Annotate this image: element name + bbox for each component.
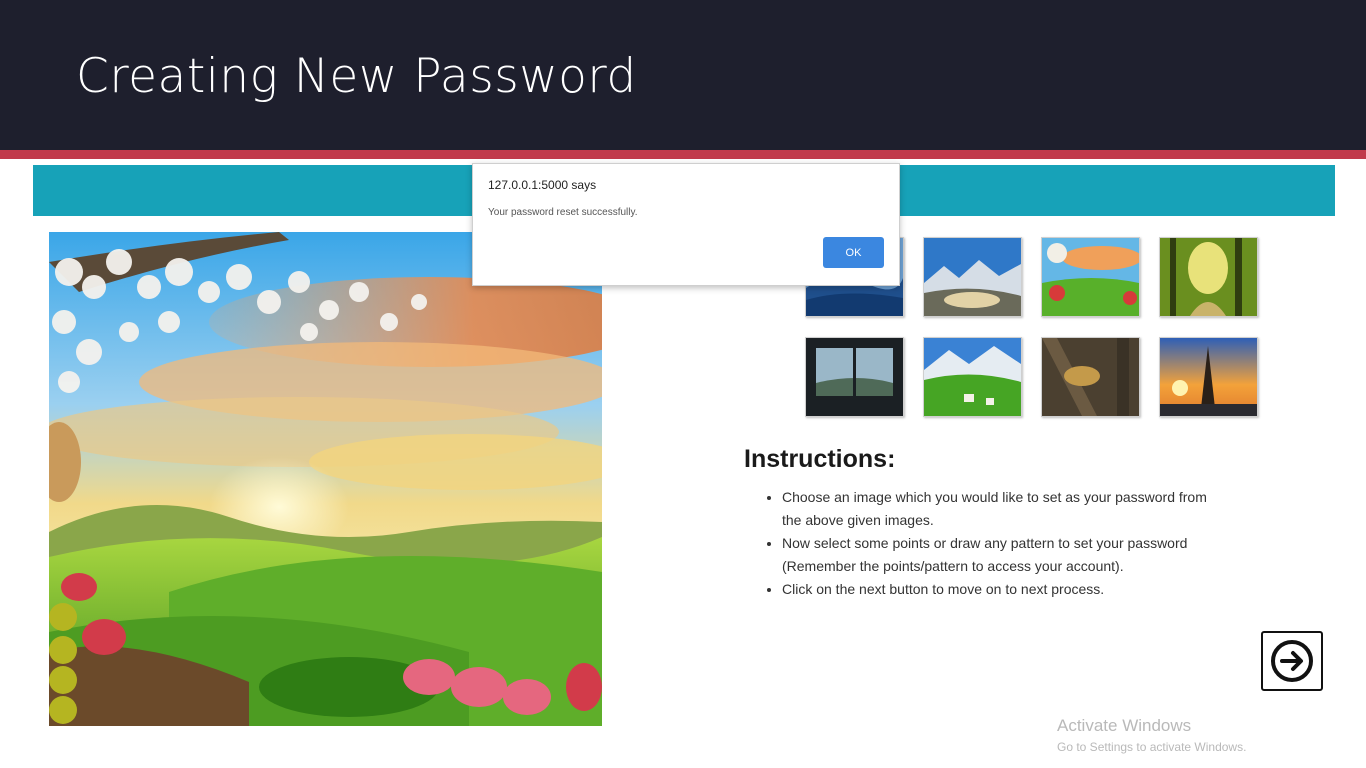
leopard-tree-image[interactable] bbox=[1041, 337, 1140, 417]
instruction-item: Click on the next button to move on to n… bbox=[782, 578, 1224, 601]
accent-divider bbox=[0, 150, 1366, 159]
instructions-panel: Instructions: Choose an image which you … bbox=[744, 442, 1224, 601]
alert-dialog: 127.0.0.1:5000 says Your password reset … bbox=[472, 163, 900, 286]
slide-title: Creating New Password bbox=[76, 49, 637, 104]
ok-button[interactable]: OK bbox=[823, 237, 884, 268]
arrow-right-circle-icon bbox=[1271, 640, 1313, 682]
forest-path-image[interactable] bbox=[1159, 237, 1258, 317]
alpine-village-image[interactable] bbox=[923, 337, 1022, 417]
eiffel-tower-sunset-image[interactable] bbox=[1159, 337, 1258, 417]
instruction-item: Now select some points or draw any patte… bbox=[782, 532, 1224, 578]
spring-landscape-image bbox=[49, 232, 602, 726]
watermark-title: Activate Windows bbox=[1057, 716, 1192, 735]
sunset-meadow-image[interactable] bbox=[1041, 237, 1140, 317]
watermark-subtitle: Go to Settings to activate Windows. bbox=[1057, 740, 1247, 754]
activate-windows-watermark: Activate Windows Go to Settings to activ… bbox=[1057, 716, 1246, 758]
instructions-list: Choose an image which you would like to … bbox=[744, 486, 1224, 601]
mountain-valley-image[interactable] bbox=[923, 237, 1022, 317]
password-image-canvas[interactable] bbox=[49, 232, 602, 726]
slide-header: Creating New Password bbox=[0, 0, 1366, 150]
instruction-item: Choose an image which you would like to … bbox=[782, 486, 1224, 532]
window-view-image[interactable] bbox=[805, 337, 904, 417]
instructions-heading: Instructions: bbox=[744, 445, 896, 473]
dialog-message: Your password reset successfully. bbox=[488, 207, 638, 218]
next-button[interactable] bbox=[1261, 631, 1323, 691]
dialog-origin: 127.0.0.1:5000 says bbox=[488, 178, 597, 192]
